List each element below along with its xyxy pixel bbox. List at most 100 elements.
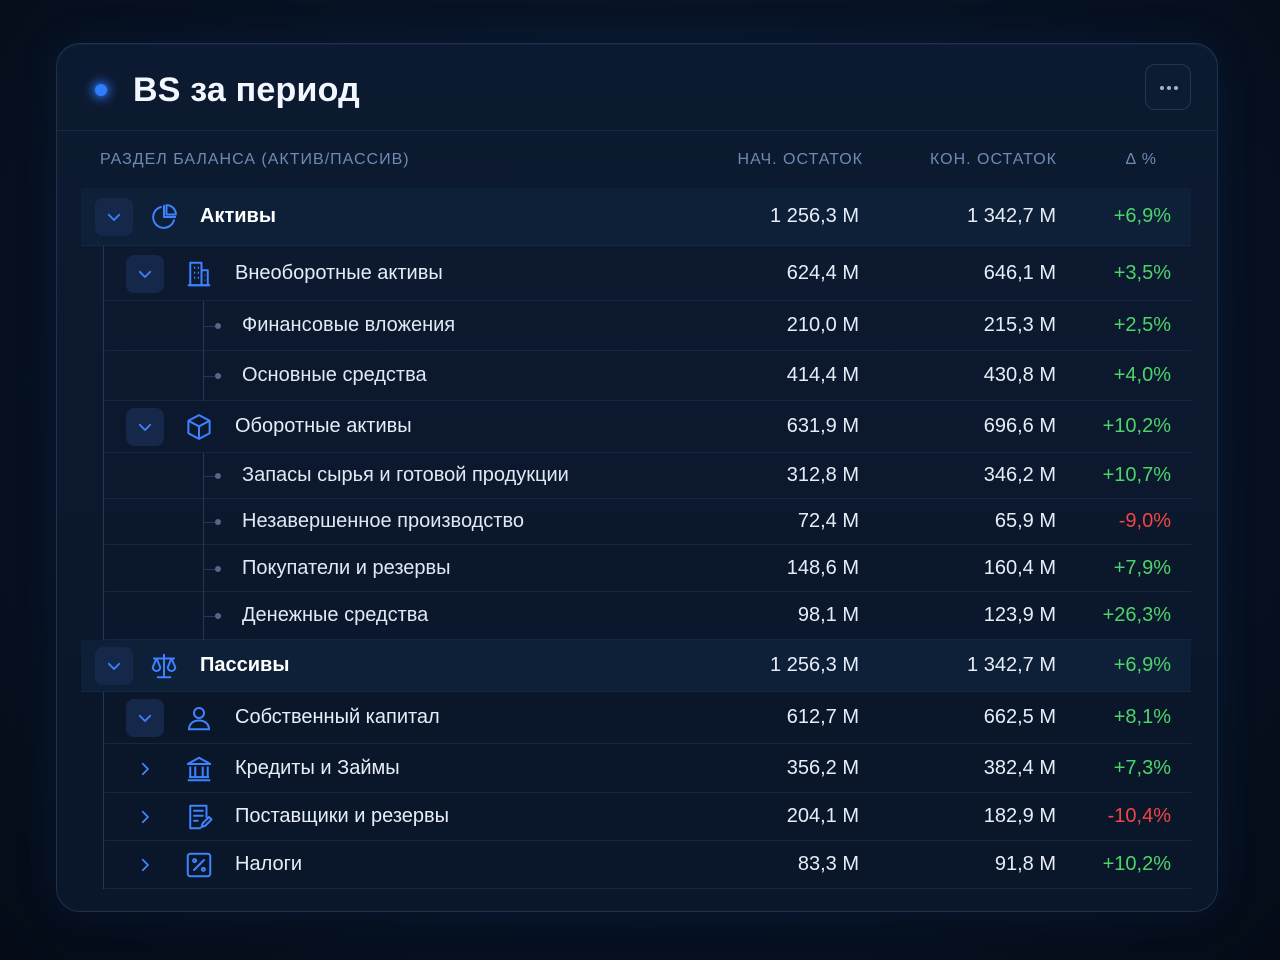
row-label: Активы (200, 205, 276, 227)
table-row[interactable]: Пассивы 1 256,3 M 1 342,7 M +6,9% (57, 640, 1217, 692)
row-label: Финансовые вложения (242, 314, 456, 336)
end-balance: 215,3 M (983, 314, 1056, 336)
table-row[interactable]: Поставщики и резервы 204,1 M 182,9 M -10,4% (57, 793, 1217, 841)
tree-connector (203, 326, 215, 327)
column-header-delta[interactable]: Δ % (1126, 151, 1157, 169)
row-label: Запасы сырья и готовой продукции (242, 464, 569, 486)
row-label: Незавершенное производство (242, 510, 524, 532)
row-label: Кредиты и Займы (235, 756, 400, 779)
percent-icon (184, 850, 214, 880)
row-label: Налоги (235, 853, 303, 875)
card-title: BS за период (133, 71, 360, 109)
pie-chart-icon (149, 202, 179, 232)
tree-guide-line (103, 246, 104, 640)
table-row[interactable]: Основные средства 414,4 M 430,8 M +4,0% (57, 351, 1217, 401)
end-balance: 182,9 M (983, 805, 1056, 827)
end-balance: 662,5 M (983, 706, 1056, 728)
table-row[interactable]: Денежные средства 98,1 M 123,9 M +26,3% (57, 592, 1217, 640)
column-header-end[interactable]: КОН. ОСТАТОК (930, 151, 1057, 169)
start-balance: 204,1 M (786, 805, 859, 827)
box-icon (184, 412, 214, 442)
end-balance: 123,9 M (983, 604, 1056, 626)
tree-bullet-icon (215, 613, 221, 619)
end-balance: 91,8 M (994, 853, 1056, 875)
tree-bullet-icon (215, 565, 221, 572)
tree-bullet-icon (215, 323, 221, 329)
expand-button[interactable] (126, 846, 164, 884)
column-header-section[interactable]: РАЗДЕЛ БАЛАНСА (АКТИВ/ПАССИВ) (100, 151, 410, 169)
status-dot-icon (95, 84, 107, 96)
table-row[interactable]: Внеоборотные активы 624,4 M 646,1 M +3,5% (57, 246, 1217, 301)
delta-percent: +7,3% (1113, 756, 1171, 779)
end-balance: 430,8 M (983, 364, 1056, 386)
expand-button[interactable] (126, 750, 164, 788)
tree-bullet-icon (215, 373, 221, 379)
row-label: Собственный капитал (235, 706, 440, 728)
start-balance: 312,8 M (786, 464, 859, 486)
end-balance: 646,1 M (983, 261, 1056, 284)
invoice-icon (184, 802, 214, 832)
end-balance: 382,4 M (983, 756, 1056, 779)
tree-bullet-icon (215, 473, 221, 479)
bank-icon (184, 754, 214, 784)
end-balance: 346,2 M (983, 464, 1056, 486)
end-balance: 1 342,7 M (967, 654, 1056, 676)
expand-button[interactable] (126, 798, 164, 836)
end-balance: 1 342,7 M (967, 205, 1056, 227)
delta-percent: +6,9% (1113, 205, 1171, 227)
start-balance: 414,4 M (786, 364, 859, 386)
delta-percent: -10,4% (1107, 805, 1171, 827)
end-balance: 65,9 M (994, 510, 1056, 532)
delta-percent: +6,9% (1113, 654, 1171, 676)
table-row[interactable]: Активы 1 256,3 M 1 342,7 M +6,9% (57, 188, 1217, 246)
tree-connector (203, 616, 215, 617)
start-balance: 612,7 M (786, 706, 859, 728)
table-row[interactable]: Кредиты и Займы 356,2 M 382,4 M +7,3% (57, 744, 1217, 793)
card-header: BS за период (57, 44, 1217, 131)
row-divider (105, 888, 1191, 889)
more-dot (1167, 86, 1171, 90)
collapse-button[interactable] (95, 198, 133, 236)
delta-percent: -9,0% (1118, 510, 1171, 532)
table-row[interactable]: Покупатели и резервы 148,6 M 160,4 M +7,9% (57, 545, 1217, 592)
row-label: Внеоборотные активы (235, 261, 443, 284)
tree-connector (203, 522, 215, 523)
table-row[interactable]: Собственный капитал 612,7 M 662,5 M +8,1% (57, 692, 1217, 744)
tree-connector (203, 568, 215, 570)
start-balance: 148,6 M (786, 556, 859, 579)
delta-percent: +26,3% (1102, 604, 1171, 626)
start-balance: 72,4 M (797, 510, 859, 532)
more-dot (1174, 86, 1178, 90)
column-header-start[interactable]: НАЧ. ОСТАТОК (738, 151, 863, 169)
more-options-button[interactable] (1145, 64, 1191, 110)
tree-guide-line (103, 692, 104, 889)
balance-sheet-card: BS за период РАЗДЕЛ БАЛАНСА (АКТИВ/ПАССИ… (56, 43, 1218, 912)
row-label: Основные средства (242, 364, 427, 386)
start-balance: 83,3 M (797, 853, 859, 875)
table-row[interactable]: Финансовые вложения 210,0 M 215,3 M +2,5% (57, 301, 1217, 351)
start-balance: 624,4 M (786, 261, 859, 284)
delta-percent: +7,9% (1113, 556, 1171, 579)
row-label: Пассивы (200, 654, 290, 676)
tree-guide-line (203, 301, 204, 401)
delta-percent: +2,5% (1113, 314, 1171, 336)
tree-bullet-icon (215, 519, 221, 525)
end-balance: 160,4 M (983, 556, 1056, 579)
start-balance: 210,0 M (786, 314, 859, 336)
row-label: Денежные средства (242, 604, 429, 626)
scales-icon (149, 651, 179, 681)
table-row[interactable]: Налоги 83,3 M 91,8 M +10,2% (57, 841, 1217, 889)
delta-percent: +10,7% (1102, 464, 1171, 486)
tree-connector (203, 476, 215, 477)
row-label: Поставщики и резервы (235, 805, 450, 827)
collapse-button[interactable] (126, 408, 164, 446)
delta-percent: +4,0% (1113, 364, 1171, 386)
table-row[interactable]: Незавершенное производство 72,4 M 65,9 M -9… (57, 499, 1217, 545)
collapse-button[interactable] (126, 699, 164, 737)
table-header: РАЗДЕЛ БАЛАНСА (АКТИВ/ПАССИВ) НАЧ. ОСТАТ… (57, 130, 1217, 188)
start-balance: 631,9 M (786, 415, 859, 437)
collapse-button[interactable] (95, 647, 133, 685)
collapse-button[interactable] (126, 254, 164, 293)
table-row[interactable]: Запасы сырья и готовой продукции 312,8 M 3… (57, 453, 1217, 499)
table-row[interactable]: Оборотные активы 631,9 M 696,6 M +10,2% (57, 401, 1217, 453)
